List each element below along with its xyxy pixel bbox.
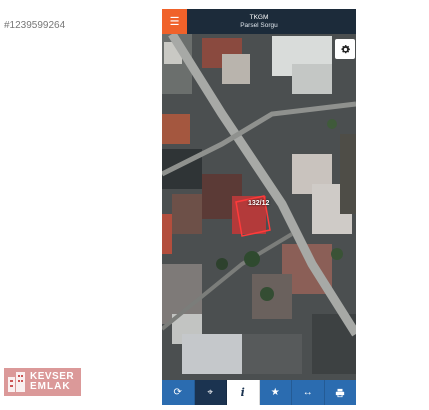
refresh-button[interactable]: ⟳ [162,380,195,405]
listing-id: #1239599264 [4,20,66,31]
star-icon: ★ [270,387,280,398]
locate-button[interactable]: ⌖ [194,380,227,405]
print-button[interactable] [325,380,357,405]
refresh-icon: ⟳ [173,387,182,398]
favorite-button[interactable]: ★ [260,380,292,405]
watermark-logo: KEVSER EMLAK [4,368,81,396]
settings-button[interactable] [335,39,355,59]
bottom-toolbar: ⟳ ⌖ i ★ ↔ [162,380,356,405]
parcel-label[interactable]: 132/12 [248,200,269,207]
gear-icon [340,44,350,53]
satellite-map[interactable] [162,34,356,380]
app-title: TKGM [249,14,269,21]
locate-icon: ⌖ [207,387,214,398]
app-subtitle: Parsel Sorgu [240,22,278,29]
watermark-line2: EMLAK [30,381,71,392]
info-button[interactable]: i [227,380,260,405]
measure-icon: ↔ [302,387,313,398]
building-logo-icon [8,372,25,392]
measure-button[interactable]: ↔ [292,380,325,405]
print-icon [336,388,345,397]
app-header: ☰ TKGM Parsel Sorgu [162,9,356,34]
info-icon: i [240,386,245,399]
app-screen: ☰ TKGM Parsel Sorgu 132/12 ⟳ ⌖ i ★ ↔ [162,9,356,405]
